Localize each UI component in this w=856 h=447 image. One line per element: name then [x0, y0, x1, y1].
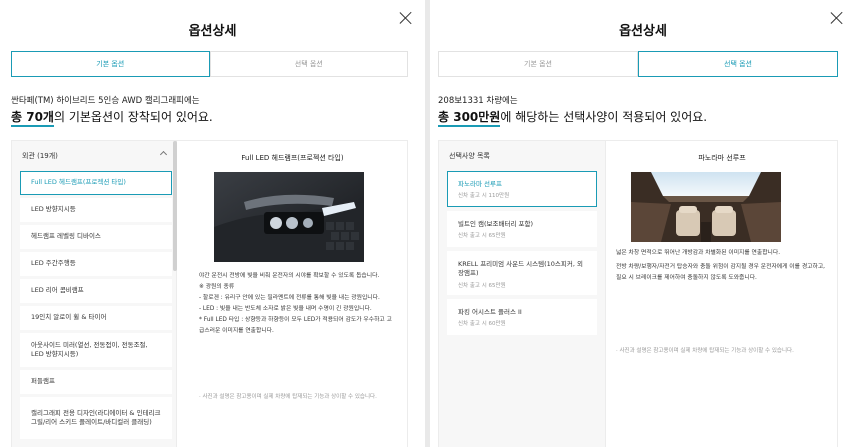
option-detail: 파노라마 선루프 넓은 차창 면적으로 뛰어난 개방감과 차별화된 이미지를 연… [607, 141, 837, 447]
detail-paragraph: 전방 차량/보행자/자전거 탑승자와 충돌 위험이 감지될 경우 운전자에게 이… [616, 264, 825, 281]
list-item[interactable]: LED 주간주행등 [20, 252, 172, 276]
summary-price-text: 에 해당하는 선택사양이 적용되어 있어요. [500, 110, 708, 124]
basic-options-modal: 옵션상세 기본 옵션 선택 옵션 싼타페(TM) 하이브리드 5인승 AWD 캘… [0, 0, 425, 447]
detail-title: Full LED 헤드램프(프로젝션 타입) [241, 154, 344, 162]
option-name: KRELL 프리미엄 사운드 시스템(10스피커, 외장앰프) [458, 260, 583, 278]
option-detail-box: 외관 (19개) Full LED 헤드램프(프로젝션 타입) LED 방향지시… [11, 140, 408, 447]
headlamp-image [214, 172, 364, 262]
headlamp-illustration [214, 172, 364, 262]
chevron-up-icon[interactable] [159, 150, 168, 159]
category-label: 외관 (19개) [22, 152, 58, 160]
tab-selected-options[interactable]: 선택 옵션 [638, 51, 838, 77]
list-item[interactable]: 19인치 알로이 휠 & 타이어 [20, 306, 172, 330]
category-header[interactable]: 외관 (19개) [22, 150, 168, 161]
list-item[interactable]: 퍼들램프 [20, 370, 172, 394]
summary-price: 총 300만원에 해당하는 선택사양이 적용되어 있어요. [438, 108, 708, 127]
summary-price-highlight: 총 300만원 [438, 110, 501, 127]
option-price: 신차 출고 시 110만원 [458, 193, 510, 200]
option-list: 외관 (19개) Full LED 헤드램프(프로젝션 타입) LED 방향지시… [12, 141, 177, 447]
option-tabs: 기본 옵션 선택 옵션 [11, 51, 408, 77]
list-item[interactable]: KRELL 프리미엄 사운드 시스템(10스피커, 외장앰프) 신차 출고 시 … [447, 251, 597, 295]
detail-description: 야간 운전시 전방에 빛을 비춰 운전자의 시야를 확보할 수 있도록 돕습니다… [199, 271, 393, 337]
summary-count-text: 의 기본옵션이 장착되어 있어요. [53, 110, 213, 124]
list-item[interactable]: 헤드램프 레벨링 디바이스 [20, 225, 172, 249]
detail-paragraph: * Full LED 타입 : 상향등과 하향등이 모두 LED가 적용되어 감… [199, 317, 392, 334]
close-icon[interactable] [399, 11, 413, 25]
option-detail: Full LED 헤드램프(프로젝션 타입) 야간 운전시 전방에 빛을 비춰 … [178, 141, 407, 447]
summary-vehicle: 208보1331 차량에는 [438, 96, 518, 106]
tab-basic-options[interactable]: 기본 옵션 [11, 51, 210, 77]
detail-paragraph: ※ 광원의 종류 [199, 284, 235, 290]
summary-vehicle: 싼타페(TM) 하이브리드 5인승 AWD 캘리그래피에는 [11, 96, 200, 106]
detail-title: 파노라마 선루프 [698, 154, 746, 162]
option-name: 파노라마 선루프 [458, 180, 502, 188]
list-header: 선택사양 목록 [449, 152, 490, 160]
list-item[interactable]: 파노라마 선루프 신차 출고 시 110만원 [447, 171, 597, 207]
list-scrollbar[interactable] [173, 141, 177, 271]
detail-paragraph: - 할로겐 : 유리구 안에 있는 필라멘트에 전류를 통해 빛을 내는 광원입… [199, 295, 380, 301]
summary-count: 총 70개의 기본옵션이 장착되어 있어요. [11, 108, 213, 127]
sunroof-illustration [631, 172, 781, 242]
selected-options-modal: 옵션상세 기본 옵션 선택 옵션 208보1331 차량에는 총 300만원에 … [430, 0, 856, 447]
option-price: 신차 출고 시 65만원 [458, 233, 506, 240]
list-item[interactable]: 빌트인 캠(보조배터리 포함) 신차 출고 시 65만원 [447, 211, 597, 247]
modal-title: 옵션상세 [188, 24, 237, 39]
disclaimer-note: · 사진과 설명은 참고용이며 실제 차량에 탑재되는 기능과 상이할 수 있습… [199, 394, 377, 400]
tab-selected-options[interactable]: 선택 옵션 [209, 51, 408, 77]
list-item[interactable]: 아웃사이드 미러(열선, 전동접이, 전동조절, LED 방향지시등) [20, 333, 172, 367]
option-name: 파킹 어시스트 플러스 II [458, 308, 522, 316]
close-icon[interactable] [830, 11, 844, 25]
detail-description: 넓은 차창 면적으로 뛰어난 개방감과 차별화된 이미지를 연출합니다. 전방 … [616, 248, 829, 284]
detail-paragraph: 넓은 차창 면적으로 뛰어난 개방감과 차별화된 이미지를 연출합니다. [616, 250, 781, 256]
list-item[interactable]: LED 리어 콤비램프 [20, 279, 172, 303]
option-price: 신차 출고 시 60만원 [458, 321, 506, 328]
list-item[interactable]: 파킹 어시스트 플러스 II 신차 출고 시 60만원 [447, 299, 597, 335]
list-item[interactable]: LED 방향지시등 [20, 198, 172, 222]
sunroof-image [631, 172, 781, 242]
option-detail-box: 선택사양 목록 파노라마 선루프 신차 출고 시 110만원 빌트인 캠(보조배… [438, 140, 838, 447]
option-items: 파노라마 선루프 신차 출고 시 110만원 빌트인 캠(보조배터리 포함) 신… [447, 171, 597, 339]
disclaimer-note: · 사진과 설명은 참고용이며 실제 차량에 탑재되는 기능과 상이할 수 있습… [616, 348, 794, 354]
list-item[interactable]: 캘리그래피 전용 디자인(라디에이터 & 인테리크 그릴/리어 스키드 플레이트… [20, 397, 172, 439]
list-item[interactable]: Full LED 헤드램프(프로젝션 타입) [20, 171, 172, 195]
option-tabs: 기본 옵션 선택 옵션 [438, 51, 838, 77]
option-price: 신차 출고 시 65만원 [458, 282, 506, 289]
modal-title: 옵션상세 [619, 24, 667, 39]
option-name: 빌트인 캠(보조배터리 포함) [458, 220, 533, 228]
option-list: 선택사양 목록 파노라마 선루프 신차 출고 시 110만원 빌트인 캠(보조배… [439, 141, 606, 447]
summary-count-highlight: 총 70개 [11, 110, 54, 127]
option-items: Full LED 헤드램프(프로젝션 타입) LED 방향지시등 헤드램프 레벨… [20, 171, 172, 442]
detail-paragraph: - LED : 빛을 내는 반도체 소자로 밝은 빛을 내며 수명이 긴 광원입… [199, 306, 372, 312]
tab-basic-options[interactable]: 기본 옵션 [438, 51, 638, 77]
detail-paragraph: 야간 운전시 전방에 빛을 비춰 운전자의 시야를 확보할 수 있도록 돕습니다… [199, 273, 380, 279]
